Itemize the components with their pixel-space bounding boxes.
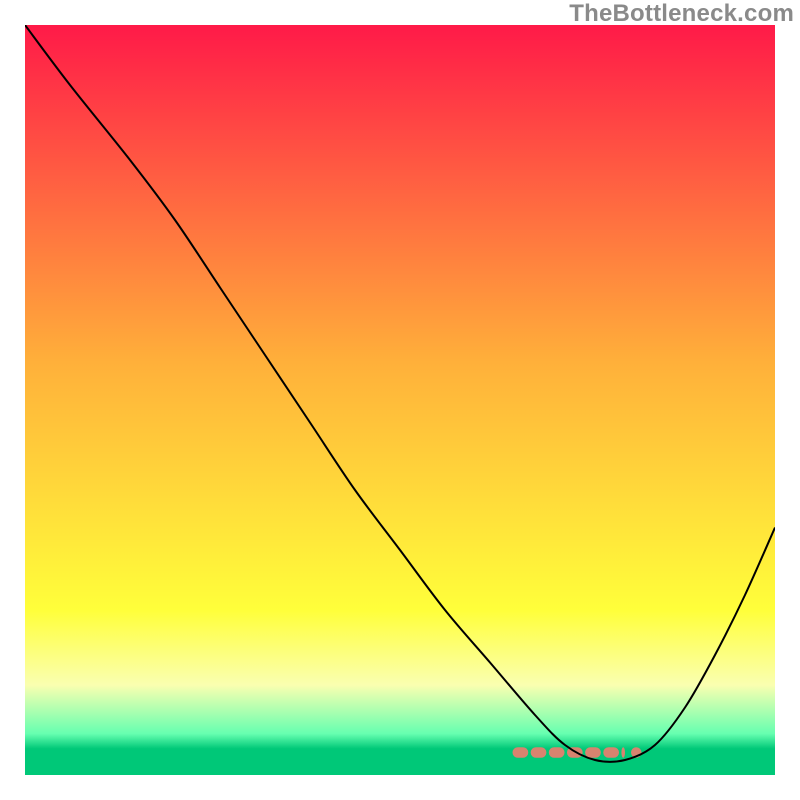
plot-area: [25, 25, 775, 775]
watermark-text: TheBottleneck.com: [569, 0, 794, 28]
chart-canvas: TheBottleneck.com: [0, 0, 800, 800]
gradient-background: [25, 25, 775, 775]
chart-svg: [25, 25, 775, 775]
